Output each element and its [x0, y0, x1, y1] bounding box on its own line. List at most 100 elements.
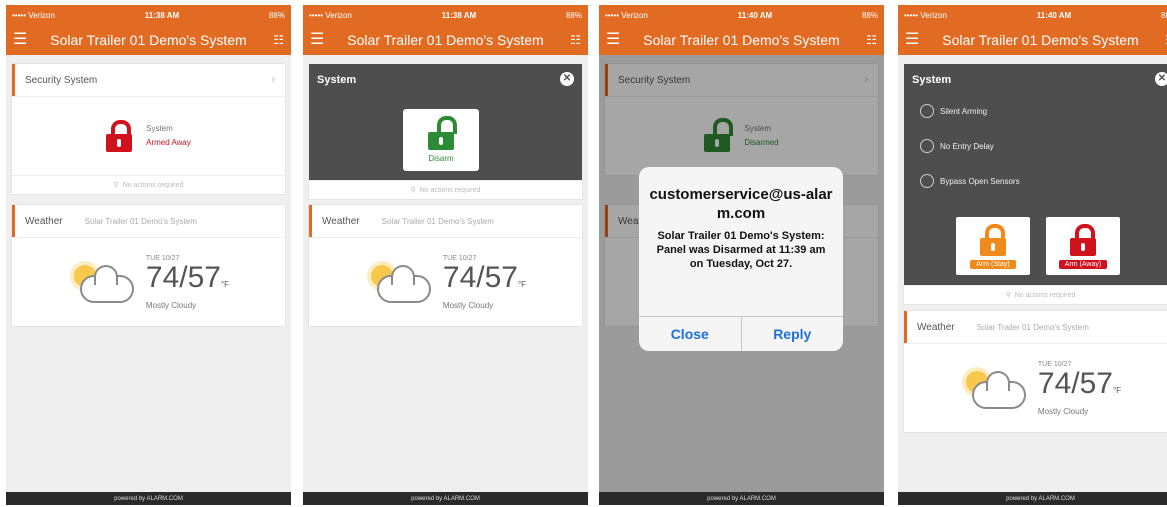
close-icon[interactable]: ✕	[1155, 72, 1167, 86]
weather-desc: Mostly Cloudy	[145, 300, 197, 310]
overlay-title: System	[317, 74, 357, 86]
alert-title: customerservice@us-alarm.com	[649, 186, 833, 222]
hamburger-menu-icon[interactable]: ☰	[310, 32, 330, 48]
hamburger-menu-icon[interactable]: ☰	[606, 32, 626, 48]
battery-label: 88%	[1160, 10, 1167, 20]
lock-open-icon	[428, 115, 457, 150]
system-switch-icon[interactable]: ☷	[1156, 33, 1167, 47]
phone-screen-3: ••••• Verizon 11:40 AM 88% ☰ Solar Trail…	[599, 5, 884, 505]
status-bar: ••••• Verizon 11:38 AM 88%	[303, 5, 588, 25]
alert-close-button[interactable]: Close	[639, 317, 742, 351]
no-actions-text: No actions required	[122, 181, 184, 189]
weather-temp: 74/57	[145, 260, 221, 294]
system-switch-icon[interactable]: ☷	[857, 33, 877, 47]
footer: powered by ALARM.COM	[599, 492, 884, 505]
footer: powered by ALARM.COM	[898, 492, 1167, 505]
overlay-title: System	[912, 74, 952, 86]
phone-screen-2: ••••• Verizon 11:38 AM 88% ☰ Solar Trail…	[303, 5, 588, 505]
app-bar: ☰ Solar Trailer 01 Demo's System ☷	[303, 25, 588, 55]
app-title: Solar Trailer 01 Demo's System	[643, 32, 840, 48]
system-switch-icon[interactable]: ☷	[561, 33, 581, 47]
battery-label: 88%	[268, 10, 285, 20]
weather-card: Weather Solar Trailer 01 Demo's System T…	[12, 205, 285, 326]
partly-cloudy-icon	[68, 257, 138, 307]
radio-icon	[920, 104, 934, 118]
security-status-area[interactable]: System Armed Away	[12, 96, 285, 175]
system-action-overlay: System ✕ Disarm	[309, 64, 582, 180]
weather-body: TUE 10/27 74/57°F Mostly Cloudy	[12, 237, 285, 326]
phone-screen-1: ••••• Verizon 11:38 AM 88% ☰ Solar Trail…	[6, 5, 291, 505]
arm-away-button[interactable]: Arm (Away)	[1046, 217, 1120, 275]
weather-card-title: Weather	[322, 215, 360, 227]
battery-label: 88%	[861, 10, 878, 20]
disarm-label: Disarm	[428, 153, 454, 163]
weather-location: Solar Trailer 01 Demo's System	[381, 216, 494, 226]
weather-desc: Mostly Cloudy	[442, 300, 494, 310]
footer: powered by ALARM.COM	[6, 492, 291, 505]
weather-temp: 74/57	[1037, 366, 1113, 400]
system-label: System	[146, 124, 173, 133]
system-state: Armed Away	[146, 138, 191, 147]
clock: 11:40 AM	[737, 10, 773, 20]
clock: 11:40 AM	[1036, 10, 1072, 20]
lock-closed-icon	[1070, 223, 1096, 256]
weather-unit: °F	[1112, 385, 1122, 395]
silent-arming-option[interactable]: Silent Arming	[920, 104, 987, 118]
footer: powered by ALARM.COM	[303, 492, 588, 505]
hamburger-menu-icon[interactable]: ☰	[13, 32, 33, 48]
weather-card-header[interactable]: Weather Solar Trailer 01 Demo's System	[12, 205, 285, 237]
status-bar: ••••• Verizon 11:38 AM 88%	[6, 5, 291, 25]
no-actions-text: No actions required	[419, 186, 481, 194]
carrier-label: ••••• Verizon	[309, 10, 352, 20]
no-actions-text: No actions required	[1014, 291, 1076, 299]
weather-location: Solar Trailer 01 Demo's System	[84, 216, 197, 226]
app-title: Solar Trailer 01 Demo's System	[50, 32, 247, 48]
weather-location: Solar Trailer 01 Demo's System	[976, 322, 1089, 332]
arm-stay-label: Arm (Stay)	[970, 259, 1016, 269]
weather-body: TUE 10/27 74/57°F Mostly Cloudy	[309, 237, 582, 326]
no-actions-row: ⚲ No actions required	[12, 175, 285, 194]
no-entry-delay-option[interactable]: No Entry Delay	[920, 139, 994, 153]
system-switch-icon[interactable]: ☷	[264, 33, 284, 47]
security-card-title: Security System	[25, 74, 98, 86]
option-label: Bypass Open Sensors	[940, 176, 1020, 186]
weather-card: Weather Solar Trailer 01 Demo's System T…	[309, 205, 582, 326]
radio-icon	[920, 139, 934, 153]
link-icon: ⚲	[113, 182, 119, 189]
partly-cloudy-icon	[365, 257, 435, 307]
alert-message: Solar Trailer 01 Demo's System: Panel wa…	[656, 230, 826, 270]
arm-options-overlay: System ✕ Silent Arming No Entry Delay By…	[904, 64, 1167, 285]
weather-card-title: Weather	[25, 215, 63, 227]
weather-card: Weather Solar Trailer 01 Demo's System T…	[904, 311, 1167, 432]
bypass-open-sensors-option[interactable]: Bypass Open Sensors	[920, 174, 1020, 188]
app-bar: ☰ Solar Trailer 01 Demo's System ☷	[898, 25, 1167, 55]
phone-screen-4: ••••• Verizon 11:40 AM 88% ☰ Solar Trail…	[898, 5, 1167, 505]
no-actions-row: ⚲ No actions required	[309, 180, 582, 199]
carrier-label: ••••• Verizon	[12, 10, 55, 20]
weather-card-header[interactable]: Weather Solar Trailer 01 Demo's System	[309, 205, 582, 237]
app-title: Solar Trailer 01 Demo's System	[347, 32, 544, 48]
weather-unit: °F	[517, 279, 527, 289]
security-card-header[interactable]: Security System ›	[12, 64, 285, 96]
link-icon: ⚲	[410, 187, 416, 194]
close-icon[interactable]: ✕	[560, 72, 574, 86]
radio-icon	[920, 174, 934, 188]
weather-unit: °F	[220, 279, 230, 289]
clock: 11:38 AM	[144, 10, 180, 20]
weather-temp: 74/57	[442, 260, 518, 294]
lock-closed-icon	[980, 223, 1006, 256]
clock: 11:38 AM	[441, 10, 477, 20]
link-icon: ⚲	[1005, 292, 1011, 299]
hamburger-menu-icon[interactable]: ☰	[905, 32, 925, 48]
disarm-button[interactable]: Disarm	[403, 109, 479, 171]
carrier-label: ••••• Verizon	[605, 10, 648, 20]
app-bar: ☰ Solar Trailer 01 Demo's System ☷	[6, 25, 291, 55]
weather-desc: Mostly Cloudy	[1037, 406, 1089, 416]
alert-reply-button[interactable]: Reply	[742, 317, 844, 351]
app-title: Solar Trailer 01 Demo's System	[942, 32, 1139, 48]
status-bar: ••••• Verizon 11:40 AM 88%	[599, 5, 884, 25]
weather-card-header[interactable]: Weather Solar Trailer 01 Demo's System	[904, 311, 1167, 343]
security-card: Security System › System Armed Away ⚲ No…	[12, 64, 285, 194]
arm-stay-button[interactable]: Arm (Stay)	[956, 217, 1030, 275]
option-label: No Entry Delay	[940, 141, 994, 151]
